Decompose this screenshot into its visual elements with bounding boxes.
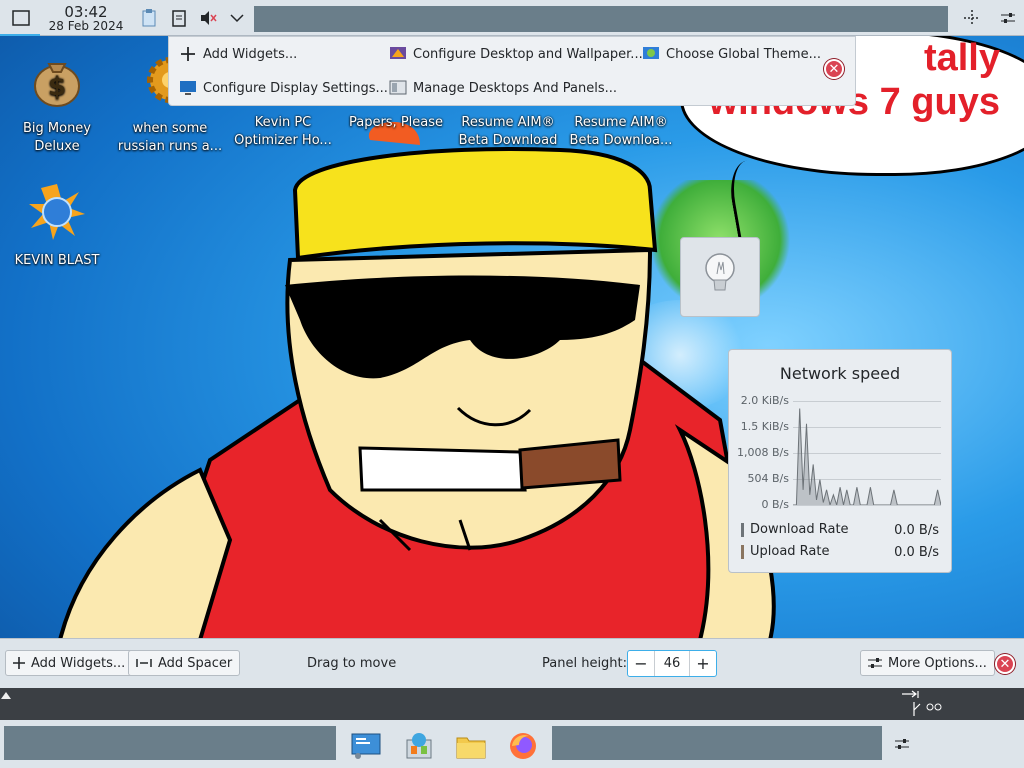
legend-label: Upload Rate: [750, 544, 830, 559]
panel-height-spinbox[interactable]: − 46 +: [627, 650, 717, 677]
panel-height-value[interactable]: 46: [654, 651, 690, 676]
desktop-settings-icon: [390, 47, 406, 59]
y-tick-label: 1.5 KiB/s: [740, 420, 789, 433]
network-speed-widget[interactable]: Network speed 2.0 KiB/s 1.5 KiB/s 1,008 …: [728, 349, 952, 573]
discover-store-icon[interactable]: [403, 730, 435, 762]
widget-title: Network speed: [779, 364, 901, 383]
button-label: Add Spacer: [158, 655, 233, 671]
globe-burst-icon: [29, 184, 85, 240]
legend-download: Download Rate: [741, 522, 849, 537]
menu-item-configure-desktop[interactable]: Configure Desktop and Wallpaper...: [389, 45, 643, 63]
legend-swatch: [741, 522, 744, 537]
menu-item-display-settings[interactable]: Configure Display Settings...: [179, 79, 388, 97]
svg-text:$: $: [48, 72, 66, 102]
show-desktop-icon[interactable]: [10, 8, 32, 28]
panel-height-label: Panel height:: [542, 656, 628, 671]
button-label: More Options...: [888, 655, 987, 671]
menu-item-label: Choose Global Theme...: [666, 46, 821, 62]
plus-icon: [181, 47, 195, 61]
grid-line: [793, 505, 941, 506]
desktop-icon-label: when some russian runs a...: [117, 121, 223, 154]
volume-muted-icon[interactable]: [198, 8, 218, 28]
desktop-icon-label: Kevin PC Optimizer Ho...: [234, 115, 332, 148]
menu-item-label: Manage Desktops And Panels...: [413, 80, 618, 96]
desktop-icon-kevin-blast[interactable]: KEVIN BLAST: [1, 182, 113, 270]
menu-item-label: Configure Desktop and Wallpaper...: [413, 46, 643, 62]
settings-sliders-icon[interactable]: [998, 8, 1018, 28]
legend-upload: Upload Rate: [741, 544, 830, 559]
plus-icon: [13, 657, 25, 669]
money-bag-icon: $: [34, 63, 80, 107]
desktop-icon-label: KEVIN BLAST: [14, 253, 100, 268]
chevron-down-icon[interactable]: [227, 8, 247, 28]
menu-item-manage-desktops[interactable]: Manage Desktops And Panels...: [389, 79, 617, 97]
settings-sliders-icon: [868, 658, 882, 668]
notes-icon[interactable]: [169, 8, 189, 28]
increase-height-button[interactable]: +: [690, 654, 716, 673]
menu-item-add-widgets[interactable]: Add Widgets...: [179, 45, 297, 63]
desktop-icon-big-money-deluxe[interactable]: $ Big Money Deluxe: [1, 50, 113, 156]
settings-sliders-icon[interactable]: [892, 734, 912, 754]
desktop-icon-label: Resume AIM® Beta Downloa...: [569, 115, 673, 148]
menu-item-label: Add Widgets...: [203, 46, 298, 62]
close-menu-icon[interactable]: ✕: [824, 59, 844, 79]
desktop-icon-label: Big Money Deluxe: [22, 121, 91, 154]
legend-label: Download Rate: [750, 522, 849, 537]
bottom-panel-drag-area-left[interactable]: [4, 726, 336, 760]
top-panel-drag-area[interactable]: [254, 6, 948, 32]
decrease-height-button[interactable]: −: [628, 654, 654, 673]
y-tick-label: 0 B/s: [761, 498, 789, 511]
download-rate-line: [793, 408, 941, 505]
panel-ruler[interactable]: [0, 688, 1024, 720]
y-tick-label: 1,008 B/s: [737, 446, 789, 459]
ruler-handle-icon: [1, 692, 11, 699]
download-rate-value: 0.0 B/s: [894, 523, 939, 538]
panel-edit-toolbar: Add Widgets... Add Spacer Drag to move P…: [0, 638, 1024, 688]
firefox-icon[interactable]: [507, 730, 539, 762]
menu-item-label: Configure Display Settings...: [203, 80, 388, 96]
panels-icon: [389, 80, 407, 95]
ruler-length-handle-icon[interactable]: [900, 690, 946, 718]
clipboard-icon[interactable]: [139, 8, 159, 28]
network-speed-chart: [793, 408, 941, 505]
display-icon: [180, 81, 196, 95]
menu-item-global-theme[interactable]: Choose Global Theme...: [642, 45, 821, 63]
file-manager-icon[interactable]: [455, 730, 487, 762]
bottom-panel-drag-area-right[interactable]: [552, 726, 882, 760]
desktop-context-menu: Add Widgets... Configure Desktop and Wal…: [168, 36, 856, 106]
theme-icon: [643, 47, 659, 59]
y-tick-label: 2.0 KiB/s: [740, 394, 789, 407]
active-indicator: [0, 34, 40, 36]
drag-to-move-label[interactable]: Drag to move: [307, 656, 396, 671]
upload-rate-value: 0.0 B/s: [894, 545, 939, 560]
move-handle-icon[interactable]: [962, 8, 982, 28]
y-tick-label: 504 B/s: [747, 472, 789, 485]
more-options-button[interactable]: More Options...: [860, 650, 995, 676]
add-spacer-button[interactable]: Add Spacer: [128, 650, 241, 676]
desktop-icon-label: Resume AIM® Beta Download: [458, 115, 558, 148]
clock-date[interactable]: 28 Feb 2024: [48, 19, 124, 33]
spacer-icon: [136, 659, 152, 667]
button-label: Add Widgets...: [31, 655, 126, 671]
system-settings-icon[interactable]: [350, 730, 382, 762]
add-widgets-button[interactable]: Add Widgets...: [5, 650, 134, 676]
legend-swatch: [741, 544, 744, 559]
close-edit-mode-icon[interactable]: ✕: [995, 654, 1015, 674]
lightbulb-widget[interactable]: [680, 237, 760, 317]
top-panel: 03:42 28 Feb 2024: [0, 0, 1024, 36]
lightbulb-icon: [705, 253, 735, 291]
desktop-icon-label: Papers, Please: [348, 115, 444, 130]
